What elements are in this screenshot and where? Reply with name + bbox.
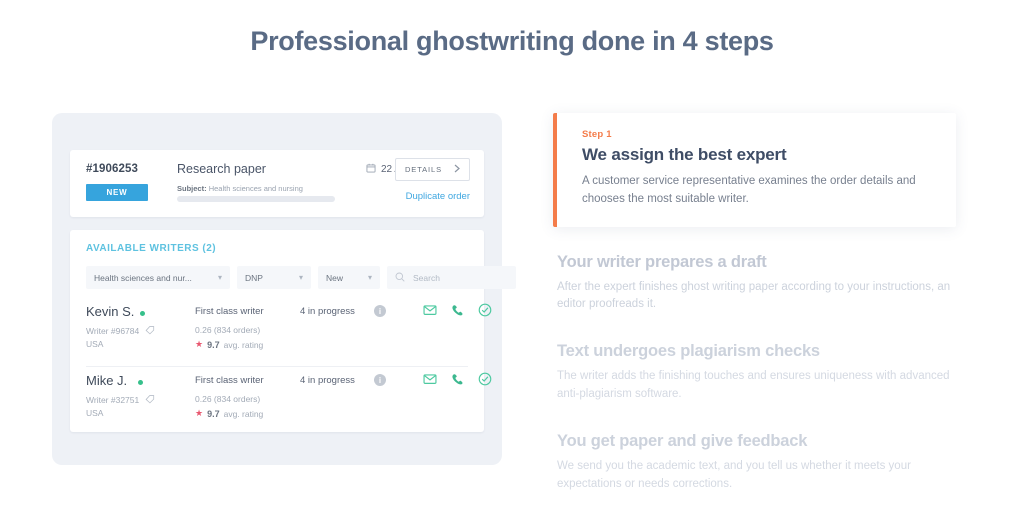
approve-icon[interactable] <box>478 372 492 391</box>
writer-rating-label: avg. rating <box>223 408 264 419</box>
writers-filter-bar: Health sciences and nur... ▾ DNP ▾ New ▾… <box>86 266 516 289</box>
status-badge: NEW <box>86 184 148 201</box>
step-title: Your writer prepares a draft <box>557 252 767 271</box>
step-body: A customer service representative examin… <box>582 175 916 205</box>
writer-progress: 4 in progress <box>300 375 355 386</box>
search-icon <box>395 272 405 284</box>
writer-name: Kevin S. <box>86 304 135 319</box>
sort-filter[interactable]: New ▾ <box>318 266 380 289</box>
step-card-1: Step 1 We assign the best expert A custo… <box>553 113 956 227</box>
writer-id: Writer #32751 <box>86 394 155 406</box>
writer-progress: 4 in progress <box>300 306 355 317</box>
writer-id-text: Writer #96784 <box>86 326 140 336</box>
writer-orders: 0.26 (834 orders) <box>195 394 261 404</box>
tag-icon <box>145 394 155 406</box>
subject-filter-value: Health sciences and nur... <box>94 272 192 283</box>
writer-rating-label: avg. rating <box>223 339 264 350</box>
search-placeholder: Search <box>413 272 440 283</box>
step-kicker: Step 1 <box>582 129 612 140</box>
order-subject-value: Health sciences and nursing <box>208 184 303 193</box>
tag-icon <box>145 325 155 337</box>
step-card-2[interactable]: Your writer prepares a draft After the e… <box>553 253 953 315</box>
info-icon[interactable]: i <box>374 374 386 386</box>
writer-name: Mike J. <box>86 373 128 388</box>
call-icon[interactable] <box>451 373 464 391</box>
calendar-icon <box>366 163 376 176</box>
chevron-down-icon: ▾ <box>217 273 222 282</box>
row-divider <box>86 366 468 367</box>
star-icon: ★ <box>195 408 204 418</box>
subject-filter[interactable]: Health sciences and nur... ▾ <box>86 266 230 289</box>
star-icon: ★ <box>195 339 204 349</box>
page-title: Professional ghostwriting done in 4 step… <box>250 26 774 56</box>
order-type: Research paper <box>177 162 266 176</box>
step-body: The writer adds the finishing touches an… <box>557 370 950 401</box>
step-title: We assign the best expert <box>582 145 787 164</box>
writer-country: USA <box>86 408 104 418</box>
details-button[interactable]: DETAILS <box>394 158 470 181</box>
available-writers-title: AVAILABLE WRITERS (2) <box>86 243 217 254</box>
writer-rating-value: 9.7 <box>207 408 220 419</box>
step-title: You get paper and give feedback <box>557 431 808 450</box>
degree-filter[interactable]: DNP ▾ <box>237 266 311 289</box>
step-card-3[interactable]: Text undergoes plagiarism checks The wri… <box>553 342 953 404</box>
writer-rating: ★ 9.7 avg. rating <box>195 339 263 350</box>
writer-class: First class writer <box>195 375 264 386</box>
order-card: #1906253 NEW Research paper Subject: Hea… <box>70 150 484 217</box>
order-subject-label: Subject: <box>177 184 207 193</box>
details-button-label: DETAILS <box>404 165 442 174</box>
approve-icon[interactable] <box>478 303 492 322</box>
writer-rating: ★ 9.7 avg. rating <box>195 408 263 419</box>
message-icon[interactable] <box>423 303 437 322</box>
duplicate-order-link[interactable]: Duplicate order <box>406 191 470 202</box>
online-status-dot <box>138 380 143 385</box>
steps-list: Step 1 We assign the best expert A custo… <box>553 113 956 494</box>
order-number: #1906253 <box>86 163 138 175</box>
search-field[interactable]: Search <box>387 266 516 289</box>
chevron-right-icon <box>454 164 460 175</box>
chevron-down-icon: ▾ <box>298 273 303 282</box>
sort-filter-value: New <box>326 272 344 283</box>
table-row[interactable]: Mike J. Writer #32751 USA First class wr… <box>86 372 492 433</box>
app-preview-panel: #1906253 NEW Research paper Subject: Hea… <box>52 113 516 465</box>
online-status-dot <box>140 311 145 316</box>
writer-country: USA <box>86 339 104 349</box>
writer-class: First class writer <box>195 306 264 317</box>
step-card-4[interactable]: You get paper and give feedback We send … <box>553 432 953 494</box>
call-icon[interactable] <box>451 304 464 322</box>
step-body: We send you the academic text, and you t… <box>557 459 911 490</box>
row-actions <box>423 372 492 391</box>
message-icon[interactable] <box>423 372 437 391</box>
subject-placeholder-bar <box>177 196 335 202</box>
writer-rating-value: 9.7 <box>207 339 220 350</box>
degree-filter-value: DNP <box>245 272 263 283</box>
table-row[interactable]: Kevin S. Writer #96784 USA First class w… <box>86 303 492 364</box>
order-subject: Subject: Health sciences and nursing <box>177 184 303 193</box>
step-title: Text undergoes plagiarism checks <box>557 342 820 361</box>
writer-id: Writer #96784 <box>86 325 155 337</box>
writer-orders: 0.26 (834 orders) <box>195 325 261 335</box>
info-icon[interactable]: i <box>374 305 386 317</box>
available-writers-card: AVAILABLE WRITERS (2) Health sciences an… <box>70 230 516 433</box>
row-actions <box>423 303 492 322</box>
writer-id-text: Writer #32751 <box>86 395 140 405</box>
step-body: After the expert finishes ghost writing … <box>557 280 951 311</box>
chevron-down-icon: ▾ <box>367 273 372 282</box>
